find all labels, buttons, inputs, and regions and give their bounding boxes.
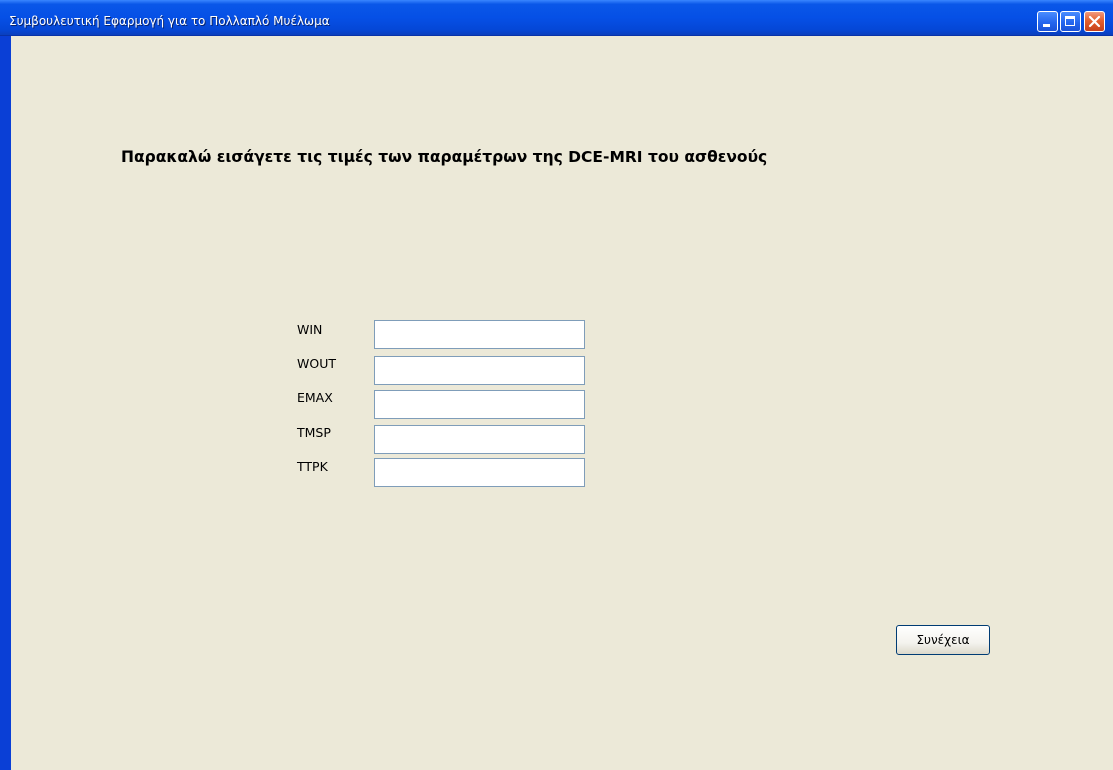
minimize-icon: [1043, 24, 1050, 27]
window-title: Συμβουλευτική Εφαρμογή για το Πολλαπλό Μ…: [9, 14, 330, 28]
title-bar[interactable]: Συμβουλευτική Εφαρμογή για το Πολλαπλό Μ…: [0, 0, 1113, 36]
tmsp-input[interactable]: [374, 425, 585, 454]
page-heading: Παρακαλώ εισάγετε τις τιμές των παραμέτρ…: [121, 148, 768, 166]
maximize-icon: [1065, 16, 1075, 26]
emax-input[interactable]: [374, 390, 585, 419]
ttpk-input[interactable]: [374, 458, 585, 487]
close-button[interactable]: [1084, 11, 1105, 32]
emax-label: EMAX: [297, 390, 333, 405]
win-label: WIN: [297, 322, 323, 337]
close-icon: [1088, 15, 1101, 28]
tmsp-label: TMSP: [297, 425, 331, 440]
ttpk-label: TTPK: [297, 459, 328, 474]
win-input[interactable]: [374, 320, 585, 349]
wout-label: WOUT: [297, 356, 336, 371]
continue-button[interactable]: Συνέχεια: [896, 625, 990, 655]
app-window: Συμβουλευτική Εφαρμογή για το Πολλαπλό Μ…: [0, 0, 1113, 770]
form-panel: Παρακαλώ εισάγετε τις τιμές των παραμέτρ…: [11, 36, 1113, 770]
minimize-button[interactable]: [1037, 11, 1058, 32]
maximize-button[interactable]: [1060, 11, 1081, 32]
wout-input[interactable]: [374, 356, 585, 385]
